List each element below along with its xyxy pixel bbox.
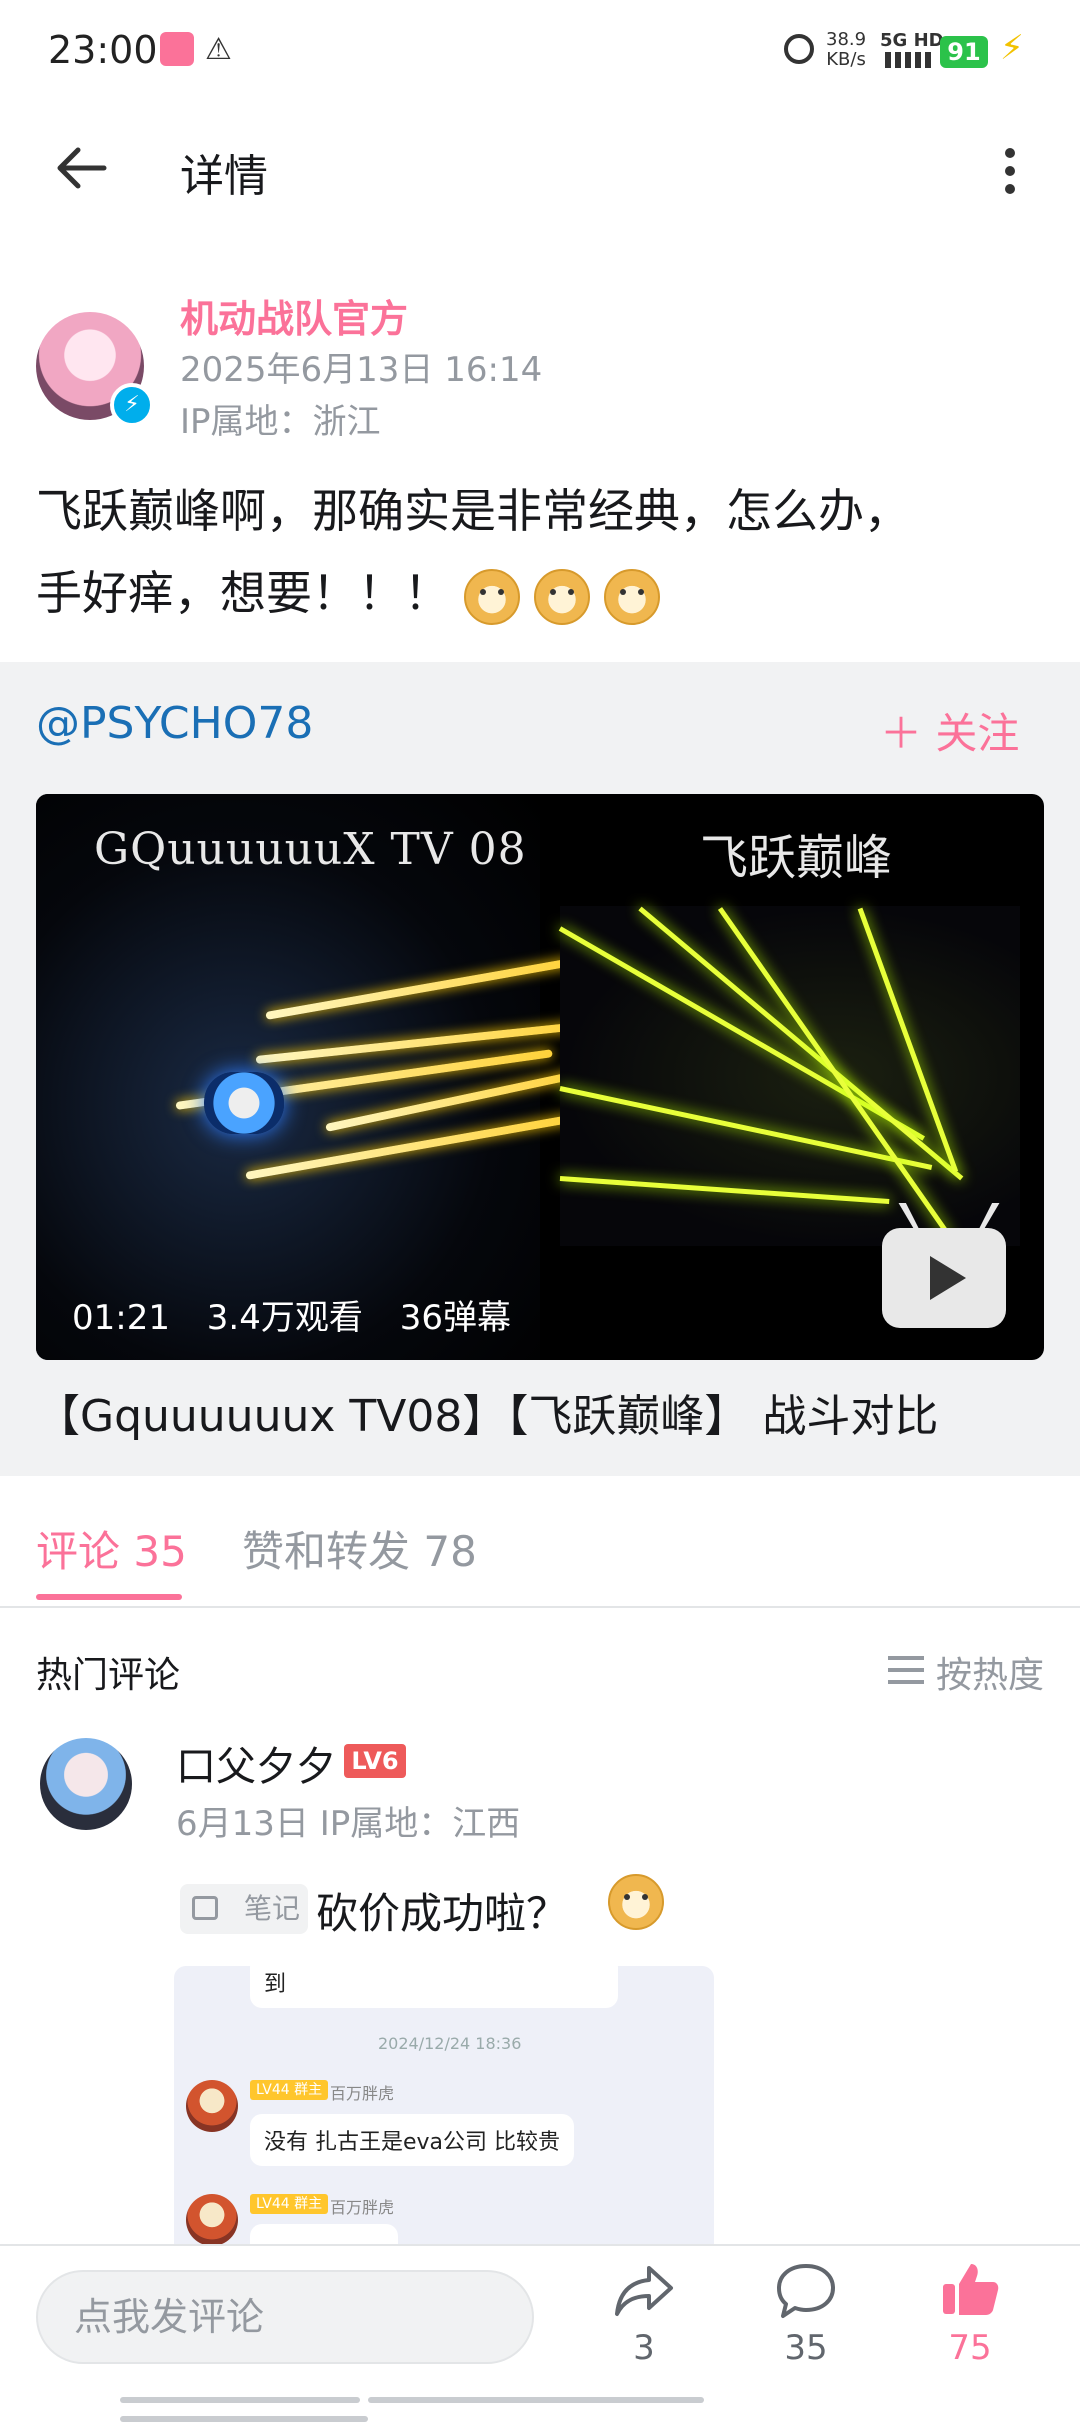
comment-text: 砍价成功啦？: [316, 1889, 569, 1938]
video-views: 3.4万观看: [206, 1298, 363, 1338]
back-arrow-icon[interactable]: [52, 138, 112, 198]
share-icon: [615, 2266, 673, 2316]
preview-name: 百万胖虎: [330, 2084, 395, 2103]
battery-indicator: 91: [940, 36, 988, 68]
post-time: 2025年6月13日 16:14: [180, 350, 543, 390]
signal-icon: [885, 52, 931, 68]
follow-button[interactable]: ＋ 关注: [880, 700, 1019, 761]
preview-message: 没有 扎古王是eva公司 比较贵: [250, 2114, 575, 2166]
video-left-frame: [36, 794, 585, 1360]
preview-message: [250, 2224, 398, 2246]
like-icon: [943, 2264, 999, 2315]
post-ip-location: IP属地：浙江: [180, 402, 381, 442]
post-content-line2: 手好痒，想要！！！: [36, 552, 1046, 634]
comment-count: 35: [784, 2328, 828, 2368]
comment-tabs: 评论 35 赞和转发 78: [0, 1476, 1080, 1608]
active-tab-indicator: [36, 1594, 182, 1600]
sort-icon[interactable]: [888, 1656, 924, 1684]
like-button[interactable]: 75: [920, 2260, 1020, 2368]
video-meta: 01:21 3.4万观看 36弹幕: [72, 1290, 537, 1339]
doge-emoji: [604, 568, 660, 625]
status-bar: 23:00 ⚠ 38.9 KB/s 5G HD 91 ⚡: [0, 0, 1080, 100]
preview-badge: LV44 群主: [250, 2194, 329, 2214]
sort-button[interactable]: 按热度: [936, 1646, 1044, 1698]
comment-image-preview[interactable]: 到 2024/12/24 18:36 LV44 群主 百万胖虎 没有 扎古王是e…: [174, 1966, 714, 2246]
ship-graphic: [204, 1072, 284, 1134]
tv-play-icon[interactable]: [882, 1228, 1006, 1328]
commenter-name[interactable]: 口父夕夕: [176, 1734, 336, 1792]
preview-name: 百万胖虎: [330, 2198, 395, 2217]
doge-emoji: [608, 1874, 664, 1930]
alarm-icon: [784, 34, 814, 64]
comment-input[interactable]: 点我发评论: [36, 2270, 534, 2364]
hot-comments-label: 热门评论: [36, 1655, 181, 1696]
status-time: 23:00: [48, 28, 158, 72]
bottom-action-bar: 点我发评论 3 35 75: [0, 2244, 1080, 2402]
comment-icon: [777, 2264, 835, 2318]
page-title: 详情: [180, 151, 268, 202]
video-caption[interactable]: 【Gquuuuuux TV08】【飞跃巅峰】 战斗对比: [36, 1380, 938, 1444]
commenter-avatar[interactable]: [40, 1738, 132, 1830]
video-right-title: 飞跃巅峰: [700, 830, 893, 886]
video-left-title: GQuuuuuuX TV 08: [94, 824, 527, 875]
top-app-bar: 详情: [0, 110, 1080, 230]
net-speed: 38.9 KB/s: [826, 29, 867, 70]
like-count: 75: [948, 2328, 992, 2368]
tab-likes-reposts[interactable]: 赞和转发 78: [242, 1518, 477, 1579]
forwarded-user-link[interactable]: @PSYCHO78: [36, 698, 313, 749]
network-type: 5G HD: [880, 30, 944, 51]
post-content-line1: 飞跃巅峰啊，那确实是非常经典，怎么办，: [36, 484, 910, 538]
preview-avatar: [186, 2080, 238, 2132]
author-name[interactable]: 机动战队官方: [180, 288, 408, 343]
app-notification-icon: [160, 32, 194, 66]
tab-comments[interactable]: 评论 35: [36, 1518, 187, 1579]
preview-avatar: [186, 2194, 238, 2246]
note-icon: [192, 1896, 218, 1920]
share-button[interactable]: 3: [594, 2260, 694, 2368]
preview-timestamp: 2024/12/24 18:36: [378, 2034, 522, 2053]
video-thumbnail[interactable]: GQuuuuuuX TV 08 飞跃巅峰 01:21 3.4万观看 36弹幕: [36, 794, 1044, 1360]
video-right-frame: [558, 906, 1020, 1246]
comment-button[interactable]: 35: [756, 2260, 856, 2368]
preview-bubble-top: 到: [250, 1966, 618, 2008]
doge-emoji: [534, 568, 590, 625]
video-danmaku: 36弹幕: [399, 1298, 511, 1338]
preview-badge: LV44 群主: [250, 2080, 329, 2100]
comment-meta: 6月13日 IP属地：江西: [176, 1804, 521, 1844]
charging-icon: ⚡: [1000, 28, 1024, 68]
warning-icon: ⚠: [205, 32, 232, 67]
doge-emoji: [464, 568, 520, 625]
video-duration: 01:21: [72, 1298, 170, 1338]
more-vertical-icon[interactable]: [990, 140, 1030, 200]
post-content: 飞跃巅峰啊，那确实是非常经典，怎么办， 手好痒，想要！！！: [36, 470, 1046, 634]
forwarded-video-card[interactable]: @PSYCHO78 ＋ 关注 GQuuuuuuX TV 08 飞跃巅峰 01:2…: [0, 662, 1080, 1476]
verified-icon: ⚡: [110, 383, 154, 427]
share-count: 3: [633, 2328, 655, 2368]
level-badge: LV6: [344, 1744, 406, 1778]
gesture-indicator: [120, 2388, 960, 2422]
